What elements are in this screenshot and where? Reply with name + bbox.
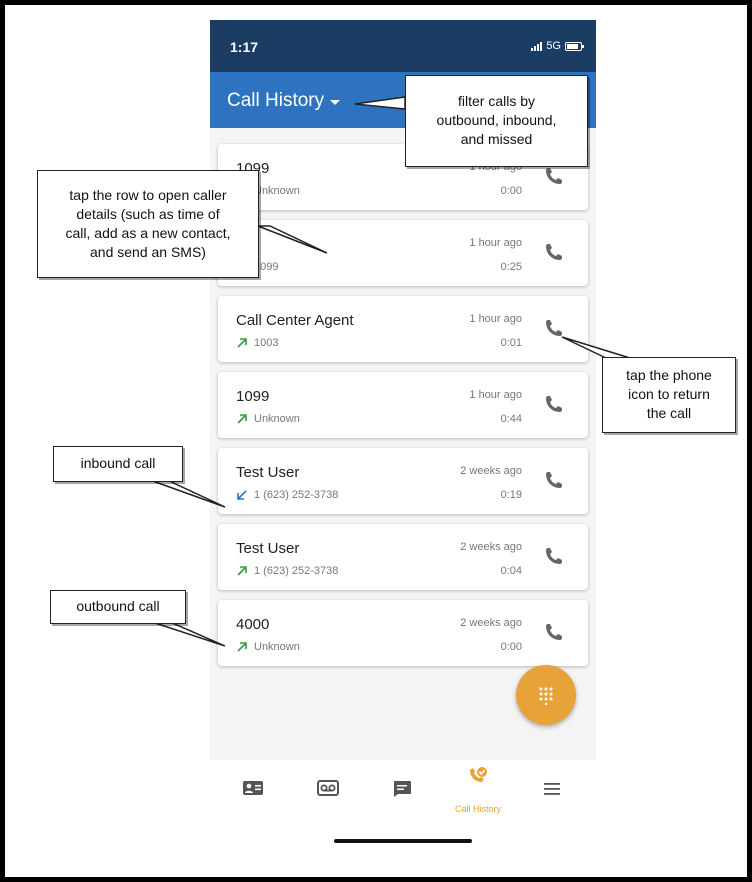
nav-contacts[interactable] [223,760,283,824]
callout-phone-icon-line: icon to return [628,386,710,402]
call-duration: 0:01 [500,337,522,349]
caller-name: Test User [236,540,300,557]
call-time: 2 weeks ago [460,617,522,629]
call-duration: 0:25 [500,261,522,273]
caller-number: Unknown [254,185,300,197]
phone-icon[interactable] [544,470,564,490]
inbound-arrow-icon [237,490,247,500]
call-row[interactable]: 1099 1 hour ago 0:25 [218,220,588,286]
call-time: 2 weeks ago [460,465,522,477]
caller-name: 1099 [236,388,270,405]
signal-icon [531,41,543,51]
callout-tap-row-line: and send an SMS) [90,244,206,260]
nav-menu[interactable] [523,760,583,824]
callout-tap-row-line: call, add as a new contact, [65,225,231,241]
call-duration: 0:00 [500,641,522,653]
call-history-icon [470,767,487,782]
callout-inbound: inbound call [53,446,183,482]
phone-icon[interactable] [544,546,564,566]
contacts-icon [243,781,263,795]
call-history-filter-dropdown[interactable]: Call History [227,90,341,112]
nav-call-history-label: Call History [454,804,501,814]
call-row[interactable]: Test User 1 (623) 252-3738 2 weeks ago 0:04 [218,524,588,590]
caller-number: Unknown [254,413,300,425]
caller-name: 4000 [236,616,270,633]
status-indicators: 5G [531,40,584,52]
caller-number: 1 (623) 252-3738 [254,565,339,577]
outbound-arrow-icon [237,338,247,348]
nav-call-history[interactable]: Call History [448,760,508,824]
callout-filter-line: filter calls by [457,93,536,109]
caller-name: Test User [236,464,300,481]
home-indicator [334,839,472,843]
outbound-arrow-icon [237,414,247,424]
callout-tap-row: tap the row to open caller details (such… [37,170,259,278]
phone-icon[interactable] [544,166,564,186]
messages-icon [394,781,411,797]
callout-outbound: outbound call [50,590,186,624]
callout-phone-icon-line: the call [646,405,692,421]
callout-phone-icon: tap the phone icon to return the call [602,357,736,433]
call-row[interactable]: Test User 1 (623) 252-3738 2 weeks ago 0:19 [218,448,588,514]
phone-icon[interactable] [544,394,564,414]
menu-icon [544,783,560,795]
caller-number: Unknown [254,641,300,653]
call-row[interactable]: 4000 Unknown 2 weeks ago 0:00 [218,600,588,666]
callout-filter-line: and missed [460,131,533,147]
caller-number-row: Unknown [236,413,300,425]
callout-outbound-line: outbound call [76,598,160,614]
callout-tap-row-line: tap the row to open caller [69,187,227,203]
call-duration: 0:00 [500,185,522,197]
dialpad-button[interactable] [516,665,576,725]
caller-name: Call Center Agent [236,312,354,329]
status-time: 1:17 [230,39,259,55]
network-label: 5G [546,40,561,52]
call-row[interactable]: Call Center Agent 1003 1 hour ago 0:01 [218,296,588,362]
outbound-arrow-icon [237,642,247,652]
call-duration: 0:19 [500,489,522,501]
battery-icon [565,41,584,51]
caret-down-icon [330,99,341,105]
nav-voicemail[interactable] [298,760,358,824]
phone-icon[interactable] [544,318,564,338]
caller-number-row: 1 (623) 252-3738 [236,489,338,501]
caller-number-row: Unknown [236,641,300,653]
call-time: 1 hour ago [469,237,522,249]
status-bar: 1:17 5G [210,20,596,72]
caller-number-row: 1003 [236,337,278,349]
page-title: Call History [227,90,325,111]
phone-icon[interactable] [544,622,564,642]
call-duration: 0:44 [500,413,522,425]
bottom-nav: Call History [210,760,596,824]
caller-number: 1 (623) 252-3738 [254,489,339,501]
caller-number: 1003 [254,337,279,349]
dialpad-icon [539,687,553,705]
nav-messages[interactable] [373,760,433,824]
voicemail-icon [317,780,339,796]
call-time: 2 weeks ago [460,541,522,553]
phone-icon[interactable] [544,242,564,262]
call-duration: 0:04 [500,565,522,577]
callout-inbound-line: inbound call [80,455,156,471]
callout-filter: filter calls by outbound, inbound, and m… [405,75,588,167]
call-time: 1 hour ago [469,313,522,325]
outbound-arrow-icon [237,566,247,576]
callout-phone-icon-line: tap the phone [626,367,712,383]
callout-tap-row-line: details (such as time of [76,206,220,222]
callout-filter-line: outbound, inbound, [436,112,557,128]
call-time: 1 hour ago [469,389,522,401]
call-row[interactable]: 1099 Unknown 1 hour ago 0:44 [218,372,588,438]
caller-number-row: 1 (623) 252-3738 [236,565,338,577]
